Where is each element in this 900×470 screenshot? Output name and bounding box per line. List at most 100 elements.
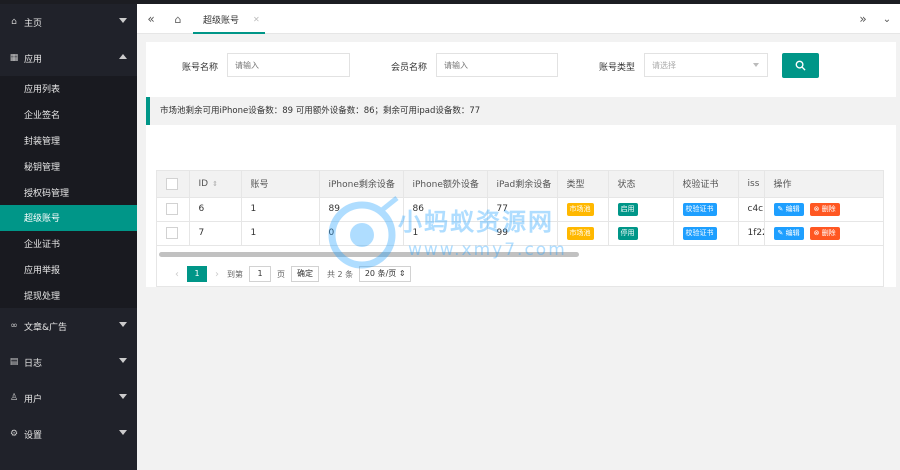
page-size-select[interactable]: 20 条/页 ⇕ (359, 266, 412, 282)
confirm-goto-button[interactable]: 确定 (291, 266, 319, 282)
account-type-select[interactable]: 请选择 (644, 53, 768, 77)
column-header-status: 状态 (608, 171, 674, 198)
column-header-actions: 操作 (764, 171, 883, 198)
member-name-input[interactable] (436, 53, 558, 77)
sidebar-subitem-withdraw[interactable]: 提现处理 (0, 282, 137, 309)
row-checkbox-cell (157, 197, 190, 222)
apps-icon: ▦ (9, 53, 19, 63)
chevron-down-icon[interactable]: ⌄ (875, 4, 899, 34)
column-header-ipad-left: iPad剩余设备 (487, 171, 558, 198)
search-button[interactable] (782, 53, 819, 78)
filter-bar: 账号名称 会员名称 账号类型 请选择 (146, 42, 896, 90)
tab-label: 超级账号 (203, 16, 240, 26)
sidebar-item-label: 文章&广告 (24, 322, 68, 333)
tab-super-account[interactable]: 超级账号 ✕ (193, 7, 265, 34)
sidebar-item-apps[interactable]: ▦ 应用 (0, 40, 137, 76)
cell-type: 市场池 (557, 197, 609, 222)
sort-icon[interactable]: ⇕ (212, 180, 218, 188)
chevron-down-icon (753, 63, 759, 67)
sidebar-item-settings[interactable]: ⚙ 设置 (0, 416, 137, 452)
device-quota-notice: 市场池剩余可用iPhone设备数：89 可用额外设备数：86；剩余可用ipad设… (146, 97, 896, 125)
edit-button[interactable]: ✎ 编辑 (773, 226, 804, 240)
edit-icon: ✎ (777, 228, 786, 237)
chevron-updown-icon: ⇕ (398, 269, 406, 278)
cell-ipad-left: 99 (487, 221, 558, 246)
cell-status: 启用 (608, 197, 674, 222)
sidebar-subitem-enterprise-cert[interactable]: 企业证书 (0, 230, 137, 257)
page-1-button[interactable]: 1 (187, 266, 207, 282)
select-all-checkbox[interactable] (166, 177, 178, 190)
chevron-down-icon (119, 18, 127, 23)
status-badge[interactable]: 停用 (617, 226, 638, 240)
log-icon: ▤ (9, 357, 19, 368)
cell-iss: c4c1fca (738, 197, 765, 222)
cell-iphone-left: 89 (319, 197, 404, 222)
sidebar-item-label: 日志 (24, 358, 43, 369)
goto-page-input[interactable]: 1 (249, 266, 271, 282)
column-header-iss: iss (738, 171, 765, 198)
delete-button[interactable]: ⊗ 删除 (809, 226, 840, 240)
sidebar-subitem-super-account[interactable]: 超级账号 (0, 204, 137, 231)
sidebar-subitem-enterprise-sign[interactable]: 企业签名 (0, 101, 137, 128)
row-checkbox[interactable] (166, 203, 178, 215)
chevron-down-icon (119, 322, 127, 328)
member-name-label: 会员名称 (391, 63, 428, 73)
table-row: 7 1 0 1 99 市场池 停用 校验证书 1f228be ✎ 编辑 ⊗ 删除 (157, 221, 883, 246)
sidebar-subitem-package-manage[interactable]: 封装管理 (0, 127, 137, 154)
verify-cert-button[interactable]: 校验证书 (682, 226, 717, 240)
cell-iphone-extra: 86 (403, 197, 488, 222)
home-tab-icon[interactable]: ⌂ (167, 4, 189, 34)
cell-iphone-extra: 1 (403, 221, 488, 246)
select-all-checkbox-cell (157, 171, 190, 198)
next-page-icon[interactable]: › (215, 269, 219, 280)
collapse-sidebar-icon[interactable]: « (139, 4, 163, 34)
column-header-type: 类型 (557, 171, 609, 198)
home-icon: ⌂ (11, 17, 17, 27)
main-content: 账号名称 会员名称 账号类型 请选择 市场池剩余可用iPhone设备数：89 可… (146, 42, 896, 287)
sidebar-subitem-app-list[interactable]: 应用列表 (0, 76, 137, 102)
sidebar-item-articles[interactable]: ∞ 文章&广告 (0, 308, 137, 344)
close-icon[interactable]: ✕ (253, 15, 260, 24)
column-header-id[interactable]: ID ⇕ (189, 171, 242, 198)
cell-account: 1 (241, 197, 320, 222)
sidebar-subitem-auth-code[interactable]: 授权码管理 (0, 179, 137, 205)
sidebar-item-logs[interactable]: ▤ 日志 (0, 344, 137, 380)
type-badge: 市场池 (566, 226, 594, 240)
prev-page-icon[interactable]: ‹ (175, 269, 179, 280)
page-unit-label: 页 (277, 269, 285, 279)
row-checkbox[interactable] (166, 227, 178, 239)
cell-ipad-left: 77 (487, 197, 558, 222)
cell-status: 停用 (608, 221, 674, 246)
chevron-down-icon (119, 358, 127, 364)
table-row: 6 1 89 86 77 市场池 启用 校验证书 c4c1fca ✎ 编辑 ⊗ 删… (157, 197, 883, 222)
chevron-down-icon (119, 394, 127, 400)
chevron-down-icon (119, 430, 127, 436)
sidebar-subitem-key-manage[interactable]: 秘钥管理 (0, 153, 137, 180)
sidebar-item-label: 设置 (24, 430, 43, 441)
verify-cert-button[interactable]: 校验证书 (682, 202, 717, 216)
chevron-up-icon (119, 54, 127, 59)
sidebar-item-label: 用户 (24, 394, 43, 405)
column-header-iphone-left: iPhone剩余设备 (319, 171, 404, 198)
edit-button[interactable]: ✎ 编辑 (773, 202, 804, 216)
account-type-label: 账号类型 (599, 63, 636, 73)
link-icon: ∞ (10, 321, 18, 332)
cell-type: 市场池 (557, 221, 609, 246)
sidebar-item-users[interactable]: ♙ 用户 (0, 380, 137, 416)
account-name-input[interactable] (227, 53, 350, 77)
scroll-tabs-right-icon[interactable]: » (851, 4, 875, 34)
goto-label: 到第 (227, 269, 243, 279)
row-checkbox-cell (157, 221, 190, 246)
status-badge[interactable]: 启用 (617, 202, 638, 216)
sidebar-subitem-app-report[interactable]: 应用举报 (0, 256, 137, 283)
trash-icon: ⊗ (813, 228, 822, 237)
sidebar-item-home[interactable]: ⌂ 主页 (0, 4, 137, 40)
column-header-iphone-extra: iPhone额外设备 (403, 171, 488, 198)
table-header-row: ID ⇕ 账号 iPhone剩余设备 iPhone额外设备 iPad剩余设备 类型… (157, 171, 883, 198)
gear-icon: ⚙ (9, 429, 19, 440)
cell-cert: 校验证书 (673, 221, 739, 246)
delete-button[interactable]: ⊗ 删除 (809, 202, 840, 216)
cell-cert: 校验证书 (673, 197, 739, 222)
account-type-placeholder: 请选择 (652, 61, 676, 70)
horizontal-scrollbar[interactable] (159, 252, 579, 257)
